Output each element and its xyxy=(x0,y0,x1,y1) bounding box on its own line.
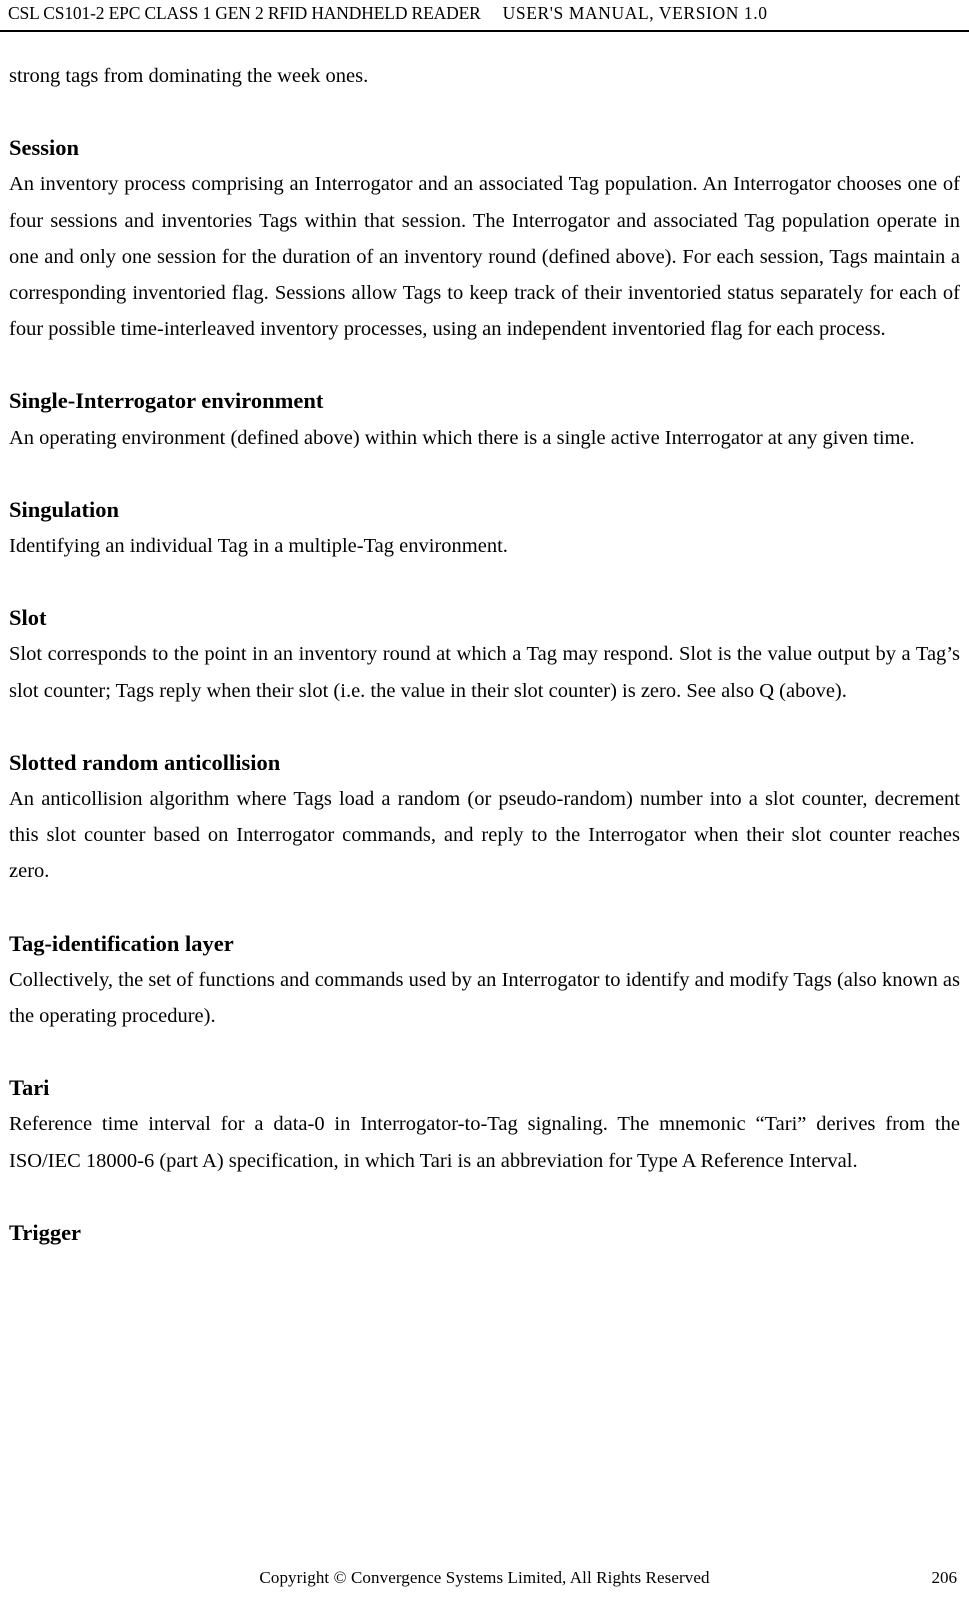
header-manual-version: USER'S MANUAL, VERSION 1.0 xyxy=(502,3,768,23)
section-heading-singulation: Singulation xyxy=(9,496,120,522)
section-paragraph-tari: Reference time interval for a data-0 in … xyxy=(9,1113,960,1172)
section-paragraph-slot: Slot corresponds to the point in an inve… xyxy=(9,643,960,702)
page-body: strong tags from dominating the week one… xyxy=(9,58,960,1251)
footer-page-number: 206 xyxy=(931,1568,958,1587)
page-header: CSL CS101-2 EPC CLASS 1 GEN 2 RFID HANDH… xyxy=(0,0,969,32)
section-heading-tag-identification-layer: Tag-identification layer xyxy=(9,930,234,956)
page-footer: Copyright © Convergence Systems Limited,… xyxy=(0,1565,969,1591)
section-heading-slotted-random-anticollision: Slotted random anticollision xyxy=(9,749,281,775)
section-paragraph-slotted-random-anticollision: An anticollision algorithm where Tags lo… xyxy=(9,788,960,883)
document-page: CSL CS101-2 EPC CLASS 1 GEN 2 RFID HANDH… xyxy=(0,0,969,1599)
section-heading-tari: Tari xyxy=(9,1075,50,1101)
section-paragraph-tag-identification-layer: Collectively, the set of functions and c… xyxy=(9,968,960,1028)
section-heading-trigger: Trigger xyxy=(9,1219,82,1245)
header-document-title: CSL CS101-2 EPC CLASS 1 GEN 2 RFID HANDH… xyxy=(8,3,481,23)
footer-copyright: Copyright © Convergence Systems Limited,… xyxy=(259,1568,710,1587)
section-heading-single-interrogator-environment: Single-Interrogator environment xyxy=(9,388,324,414)
continued-paragraph: strong tags from dominating the week one… xyxy=(9,65,369,87)
section-paragraph-single-interrogator-environment: An operating environment (defined above)… xyxy=(9,426,915,449)
section-paragraph-singulation: Identifying an individual Tag in a multi… xyxy=(9,535,508,558)
section-heading-slot: Slot xyxy=(9,605,47,631)
section-paragraph-session: An inventory process comprising an Inter… xyxy=(9,173,960,341)
section-heading-session: Session xyxy=(9,135,80,161)
